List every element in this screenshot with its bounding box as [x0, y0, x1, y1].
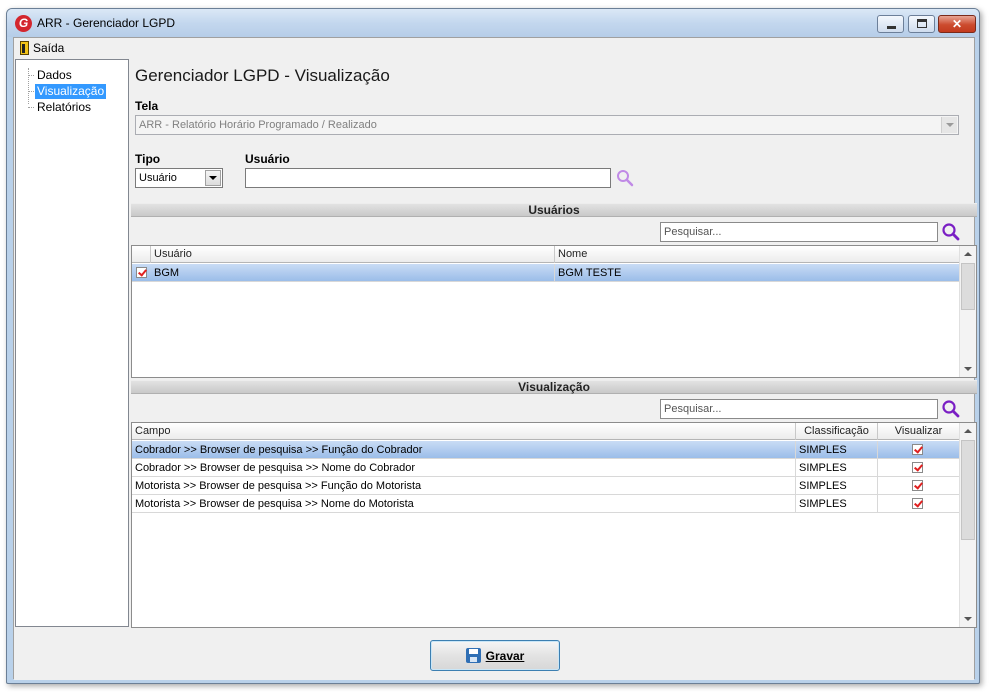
scroll-thumb[interactable]	[961, 263, 975, 310]
visualizacao-grid: Campo Classificação Visualizar Cobrador …	[131, 422, 977, 628]
menu-bar: Saída	[14, 38, 974, 58]
table-row[interactable]: Motorista >> Browser de pesquisa >> Nome…	[132, 495, 960, 513]
tree-connector	[28, 68, 29, 104]
main-panel: Gerenciador LGPD - Visualização Tela ARR…	[130, 59, 977, 628]
page-title: Gerenciador LGPD - Visualização	[135, 66, 390, 85]
visualizar-checkbox[interactable]	[912, 444, 923, 455]
usuarios-scrollbar[interactable]	[959, 246, 976, 377]
visualizacao-search-icon[interactable]	[941, 399, 961, 419]
usuario-label: Usuário	[245, 152, 290, 166]
usuarios-search-icon[interactable]	[941, 222, 961, 242]
close-icon: ✕	[951, 17, 963, 31]
column-header-nome[interactable]: Nome	[555, 246, 960, 263]
tela-select: ARR - Relatório Horário Programado / Rea…	[135, 115, 959, 135]
usuarios-grid: Usuário Nome BGM BGM TESTE	[131, 245, 977, 378]
column-header-campo[interactable]: Campo	[132, 423, 796, 440]
cell-classificacao: SIMPLES	[796, 495, 878, 513]
checkbox-column-header	[132, 246, 151, 263]
tree-connector	[28, 91, 34, 92]
table-row[interactable]: Motorista >> Browser de pesquisa >> Funç…	[132, 477, 960, 495]
tree-item-dados[interactable]: Dados	[35, 68, 74, 83]
cell-nome: BGM TESTE	[558, 267, 622, 279]
scroll-down-icon[interactable]	[960, 361, 976, 377]
footer: Gravar	[14, 628, 974, 680]
navigation-tree: Dados Visualização Relatórios	[15, 59, 129, 627]
close-button[interactable]: ✕	[938, 15, 976, 33]
minimize-button[interactable]	[877, 15, 904, 33]
window-title: ARR - Gerenciador LGPD	[37, 16, 176, 30]
title-bar[interactable]: G ARR - Gerenciador LGPD ✕	[7, 9, 979, 37]
tela-label: Tela	[135, 99, 159, 113]
row-checkbox[interactable]	[136, 267, 147, 278]
chevron-down-icon[interactable]	[205, 170, 221, 186]
app-window: G ARR - Gerenciador LGPD ✕ Saída Dados V…	[6, 8, 980, 684]
visualizar-checkbox[interactable]	[912, 498, 923, 509]
cell-campo: Cobrador >> Browser de pesquisa >> Nome …	[132, 459, 796, 477]
maximize-icon	[917, 19, 927, 28]
tipo-select-value: Usuário	[139, 172, 177, 184]
visualizar-checkbox[interactable]	[912, 480, 923, 491]
floppy-disk-icon	[465, 648, 481, 663]
visualizacao-scrollbar[interactable]	[959, 423, 976, 627]
tree-item-visualizacao[interactable]: Visualização	[35, 84, 107, 99]
column-header-usuario[interactable]: Usuário	[151, 246, 555, 263]
scroll-down-icon[interactable]	[960, 611, 976, 627]
usuario-input[interactable]	[245, 168, 611, 188]
exit-door-icon	[20, 41, 29, 55]
usuario-search-icon[interactable]	[615, 168, 635, 188]
cell-visualizar	[878, 495, 960, 513]
tipo-label: Tipo	[135, 152, 161, 166]
maximize-button[interactable]	[908, 15, 935, 33]
usuarios-search-input[interactable]: Pesquisar...	[660, 222, 938, 242]
tela-select-value: ARR - Relatório Horário Programado / Rea…	[139, 119, 377, 131]
usuarios-grid-header: Usuário Nome	[132, 246, 960, 263]
client-area: Saída Dados Visualização Relatórios Gere…	[13, 37, 977, 680]
visualizar-checkbox[interactable]	[912, 462, 923, 473]
cell-campo: Cobrador >> Browser de pesquisa >> Funçã…	[132, 441, 796, 459]
table-row[interactable]: Cobrador >> Browser de pesquisa >> Nome …	[132, 459, 960, 477]
tipo-select[interactable]: Usuário	[135, 168, 223, 188]
cell-visualizar	[878, 477, 960, 495]
cell-classificacao: SIMPLES	[796, 441, 878, 459]
visualizacao-search-input[interactable]: Pesquisar...	[660, 399, 938, 419]
cell-usuario: BGM	[151, 264, 555, 282]
tree-connector	[28, 107, 34, 108]
save-button-label: Gravar	[485, 648, 525, 663]
cell-campo: Motorista >> Browser de pesquisa >> Funç…	[132, 477, 796, 495]
visualizacao-section-header: Visualização	[131, 380, 977, 394]
save-button[interactable]: Gravar	[430, 640, 560, 671]
cell-visualizar	[878, 459, 960, 477]
tree-item-relatorios[interactable]: Relatórios	[35, 100, 93, 115]
scroll-up-icon[interactable]	[960, 246, 976, 262]
usuarios-section-header: Usuários	[131, 203, 977, 217]
tree-connector	[28, 75, 34, 76]
table-row[interactable]: Cobrador >> Browser de pesquisa >> Funçã…	[132, 441, 960, 459]
column-header-visualizar[interactable]: Visualizar	[878, 423, 960, 440]
chevron-down-icon	[941, 117, 957, 133]
scroll-thumb[interactable]	[961, 440, 975, 540]
cell-visualizar	[878, 441, 960, 459]
menu-exit[interactable]: Saída	[17, 39, 67, 57]
visualizacao-grid-header: Campo Classificação Visualizar	[132, 423, 960, 440]
menu-exit-label: Saída	[33, 41, 65, 55]
minimize-icon	[887, 26, 896, 29]
app-logo-icon: G	[15, 15, 32, 32]
table-row[interactable]: BGM BGM TESTE	[132, 264, 960, 282]
scroll-up-icon[interactable]	[960, 423, 976, 439]
cell-campo: Motorista >> Browser de pesquisa >> Nome…	[132, 495, 796, 513]
cell-classificacao: SIMPLES	[796, 477, 878, 495]
column-header-classificacao[interactable]: Classificação	[796, 423, 878, 440]
cell-classificacao: SIMPLES	[796, 459, 878, 477]
